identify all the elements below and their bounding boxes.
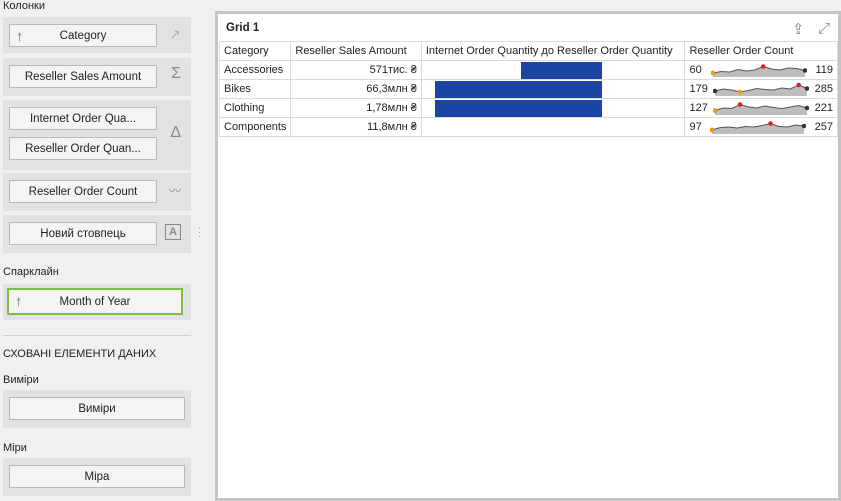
header-row: Category Reseller Sales Amount Internet … [218, 41, 838, 61]
sort-arrow-icon: 🠕 [16, 295, 22, 309]
columns-title: Колонки [3, 0, 45, 12]
binding-panel: Колонки 🠕 Category ↗ Reseller Sales Amou… [0, 0, 205, 501]
table-row[interactable]: Components 11,8млн ₴ 97 257 [218, 117, 838, 137]
delta-link-icon[interactable]: ↗ [169, 26, 181, 43]
grid-panel: Grid 1 ⇪ ⤢ Category Reseller Sales Amoun… [215, 11, 841, 501]
sparkline-max-point [796, 82, 802, 88]
measures-group: Міра [3, 458, 191, 496]
table-row[interactable]: Accessories 571тис. ₴ 60 119 [218, 60, 838, 80]
delta-bar [520, 62, 602, 79]
column-group-count: Reseller Order Count 〰 [3, 173, 191, 211]
sparkline-min-point [738, 89, 743, 95]
dimensions-drop-button[interactable]: Виміри [9, 397, 185, 420]
cell-sparkline: 97 257 [684, 117, 838, 137]
sparkline-start-value: 179 [689, 83, 708, 95]
divider [3, 335, 191, 336]
cell-category: Accessories [218, 60, 292, 80]
sparkline-start-value: 127 [689, 102, 708, 114]
header-reseller-order-count[interactable]: Reseller Order Count [684, 41, 838, 61]
sparkline-end-value: 257 [814, 121, 833, 133]
new-column-button[interactable]: Новий стовпець [9, 222, 157, 245]
sparkline-chart [713, 82, 810, 96]
reseller-order-quantity-button[interactable]: Reseller Order Quan... [9, 137, 157, 160]
sparkline-end-value: 221 [814, 102, 833, 114]
measures-title: Міри [3, 442, 27, 454]
hidden-data-items-title: СХОВАНІ ЕЛЕМЕНТИ ДАНИХ [3, 348, 157, 360]
dimensions-group: Виміри [3, 390, 191, 428]
grid-title: Grid 1 [226, 22, 260, 34]
delta-bar [434, 81, 602, 98]
sparkline-title: Спарклайн [3, 266, 59, 278]
cell-category: Clothing [218, 98, 292, 118]
internet-order-quantity-button[interactable]: Internet Order Qua... [9, 107, 157, 130]
dimensions-title: Виміри [3, 374, 39, 386]
table-row[interactable]: Bikes 66,3млн ₴ 179 285 [218, 79, 838, 99]
cell-amount: 66,3млн ₴ [290, 79, 422, 99]
sparkline-chart [710, 64, 807, 77]
cell-category: Components [218, 117, 292, 137]
sparkline-max-point [768, 121, 774, 126]
measures-drop-button[interactable]: Міра [9, 465, 185, 488]
header-category[interactable]: Category [218, 41, 292, 61]
cell-delta-bar [420, 60, 686, 80]
drag-handle-icon[interactable]: · · · [198, 224, 201, 242]
header-reseller-sales-amount[interactable]: Reseller Sales Amount [290, 41, 422, 61]
export-icon[interactable]: ⇪ [792, 20, 805, 38]
sparkline-group: 🠕 Month of Year [3, 284, 191, 320]
sparkline-chart [710, 121, 807, 134]
sparkline-start-value: 60 [689, 64, 702, 76]
reseller-sales-amount-button[interactable]: Reseller Sales Amount [9, 65, 157, 88]
table-row[interactable]: Clothing 1,78млн ₴ 127 221 [218, 98, 838, 118]
sparkline-area [715, 85, 808, 96]
column-group-amount: Reseller Sales Amount Σ [3, 58, 191, 96]
sparkline-max-point [738, 102, 743, 107]
column-group-category: 🠕 Category ↗ [3, 17, 191, 53]
header-delta[interactable]: Internet Order Quantity до Reseller Orde… [420, 41, 686, 61]
cell-delta-bar [420, 117, 686, 137]
delta-icon[interactable]: Δ [170, 124, 181, 142]
cell-sparkline: 179 285 [684, 79, 838, 99]
cell-category: Bikes [218, 79, 292, 99]
sparkline-chart [713, 102, 810, 115]
sort-arrow-icon: 🠕 [17, 30, 23, 44]
sparkline-end-value: 119 [815, 64, 833, 76]
sparkline-start-value: 97 [689, 121, 702, 133]
cell-sparkline: 127 221 [684, 98, 838, 118]
data-grid: Category Reseller Sales Amount Internet … [218, 41, 838, 137]
sparkline-area [712, 123, 805, 134]
column-group-new: Новий стовпець A [3, 215, 191, 253]
sparkline-icon[interactable]: 〰 [169, 182, 181, 199]
column-group-delta: Internet Order Qua... Reseller Order Qua… [3, 100, 191, 170]
category-button[interactable]: 🠕 Category [9, 24, 157, 47]
sparkline-max-point [760, 64, 766, 69]
text-type-icon[interactable]: A [165, 224, 181, 240]
cell-amount: 1,78млн ₴ [290, 98, 422, 118]
sparkline-end-value: 285 [814, 83, 833, 95]
maximize-icon[interactable]: ⤢ [818, 20, 830, 37]
cell-delta-bar [420, 79, 686, 99]
delta-bar [434, 100, 602, 117]
cell-amount: 11,8млн ₴ [290, 117, 422, 137]
cell-amount: 571тис. ₴ [290, 60, 422, 80]
cell-sparkline: 60 119 [684, 60, 838, 80]
reseller-order-count-button[interactable]: Reseller Order Count [9, 180, 157, 203]
sigma-icon[interactable]: Σ [171, 65, 181, 83]
cell-delta-bar [420, 98, 686, 118]
month-of-year-button[interactable]: 🠕 Month of Year [7, 288, 183, 315]
